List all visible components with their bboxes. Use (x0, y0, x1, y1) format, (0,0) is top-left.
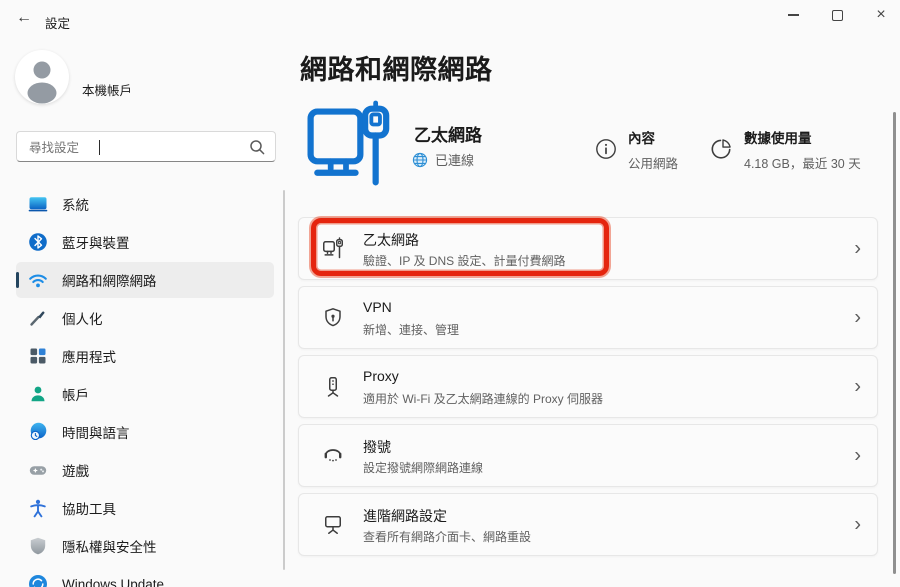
sidebar-item-label: 網路和網際網路 (62, 270, 157, 290)
sidebar-item-label: 系統 (62, 194, 89, 214)
sidebar-item-gaming[interactable]: 遊戲 (16, 452, 274, 488)
search-box[interactable] (16, 131, 276, 162)
card-title: 乙太網路 (363, 230, 419, 250)
page-title: 網路和網際網路 (300, 48, 493, 87)
card-dialup[interactable]: 撥號 設定撥號網際網路連線 › (298, 424, 878, 487)
back-arrow-icon: ← (16, 9, 32, 27)
accessibility-person-icon (28, 498, 48, 518)
close-button[interactable]: × (859, 0, 900, 30)
maximize-button[interactable] (815, 0, 859, 30)
sidebar-scrollbar[interactable] (283, 190, 285, 570)
sidebar-item-bluetooth-devices[interactable]: 藍牙與裝置 (16, 224, 274, 260)
search-icon (249, 139, 266, 156)
back-button[interactable]: ← (10, 6, 38, 30)
window-title: 設定 (45, 13, 70, 32)
sidebar-item-label: 協助工具 (62, 498, 116, 518)
card-subtitle: 查看所有網路介面卡、網路重設 (363, 528, 531, 545)
pie-chart-icon (709, 137, 733, 161)
brush-icon (28, 308, 48, 328)
properties-title: 內容 (628, 132, 678, 146)
sidebar-item-label: 時間與語言 (62, 422, 130, 442)
maximize-icon (832, 10, 843, 21)
apps-grid-icon (28, 346, 48, 366)
minimize-button[interactable] (771, 0, 815, 30)
info-icon (595, 138, 617, 160)
sidebar-item-label: 個人化 (62, 308, 103, 328)
sidebar-item-label: 應用程式 (62, 346, 116, 366)
card-vpn[interactable]: VPN 新增、連接、管理 › (298, 286, 878, 349)
advanced-network-icon (321, 513, 345, 537)
wifi-icon (28, 270, 48, 290)
sidebar-item-label: 隱私權與安全性 (62, 536, 157, 556)
card-advanced-network[interactable]: 進階網路設定 查看所有網路介面卡、網路重設 › (298, 493, 878, 556)
proxy-server-icon (321, 375, 345, 399)
time-language-icon (28, 422, 48, 442)
minimize-icon (788, 14, 799, 16)
data-usage-subtitle: 4.18 GB，最近 30 天 (744, 153, 861, 172)
sidebar-item-system[interactable]: 系統 (16, 186, 274, 222)
sidebar-item-apps[interactable]: 應用程式 (16, 338, 274, 374)
account-name: 本機帳戶 (82, 80, 132, 99)
close-icon: × (876, 7, 885, 23)
bluetooth-icon (28, 232, 48, 252)
connection-name: 乙太網路 (414, 121, 482, 146)
properties-block[interactable]: 內容 公用網路 (595, 132, 678, 172)
account-avatar[interactable] (15, 50, 69, 104)
sidebar-item-accounts[interactable]: 帳戶 (16, 376, 274, 412)
ethernet-icon (321, 237, 345, 261)
chevron-right-icon: › (854, 444, 861, 467)
sidebar-item-privacy-security[interactable]: 隱私權與安全性 (16, 528, 274, 564)
chevron-right-icon: › (854, 237, 861, 260)
ethernet-hero-icon (302, 100, 390, 192)
card-title: 撥號 (363, 437, 391, 457)
shield-icon (28, 536, 48, 556)
sidebar-item-network-internet[interactable]: 網路和網際網路 (16, 262, 274, 298)
data-usage-block[interactable]: 數據使用量 4.18 GB，最近 30 天 (709, 132, 861, 172)
chevron-right-icon: › (854, 306, 861, 329)
card-proxy[interactable]: Proxy 適用於 Wi-Fi 及乙太網路連線的 Proxy 伺服器 › (298, 355, 878, 418)
sidebar-item-time-language[interactable]: 時間與語言 (16, 414, 274, 450)
vpn-shield-icon (321, 306, 345, 330)
selected-indicator (16, 272, 19, 288)
globe-icon (412, 152, 428, 168)
properties-subtitle: 公用網路 (628, 153, 678, 172)
status-text: 已連線 (435, 150, 474, 169)
card-title: Proxy (363, 368, 399, 384)
card-ethernet[interactable]: 乙太網路 驗證、IP 及 DNS 設定、計量付費網路 › (298, 217, 878, 280)
sidebar-item-label: 遊戲 (62, 460, 89, 480)
sidebar-item-windows-update[interactable]: Windows Update (16, 566, 274, 587)
dialup-phone-icon (321, 444, 345, 468)
card-subtitle: 新增、連接、管理 (363, 321, 459, 338)
card-subtitle: 設定撥號網際網路連線 (363, 459, 483, 476)
main-scrollbar[interactable] (893, 112, 896, 574)
search-input[interactable] (27, 135, 241, 160)
system-icon (28, 194, 48, 214)
windows-update-icon (28, 574, 48, 587)
settings-window: ← 設定 × 本機帳戶 系統 藍牙與裝置 網路和網際網路 個人化 (0, 0, 900, 587)
data-usage-title: 數據使用量 (744, 132, 861, 146)
sidebar-item-label: Windows Update (62, 577, 164, 587)
sidebar-item-personalization[interactable]: 個人化 (16, 300, 274, 336)
accounts-person-icon (28, 384, 48, 404)
text-caret (99, 140, 100, 155)
card-title: 進階網路設定 (363, 506, 447, 526)
card-title: VPN (363, 299, 392, 315)
chevron-right-icon: › (854, 513, 861, 536)
sidebar-item-accessibility[interactable]: 協助工具 (16, 490, 274, 526)
card-subtitle: 驗證、IP 及 DNS 設定、計量付費網路 (363, 252, 565, 269)
sidebar-item-label: 藍牙與裝置 (62, 232, 130, 252)
connection-status: 已連線 (412, 150, 474, 169)
person-icon (15, 50, 69, 104)
gamepad-icon (28, 460, 48, 480)
sidebar-item-label: 帳戶 (62, 384, 89, 404)
chevron-right-icon: › (854, 375, 861, 398)
card-subtitle: 適用於 Wi-Fi 及乙太網路連線的 Proxy 伺服器 (363, 390, 603, 407)
